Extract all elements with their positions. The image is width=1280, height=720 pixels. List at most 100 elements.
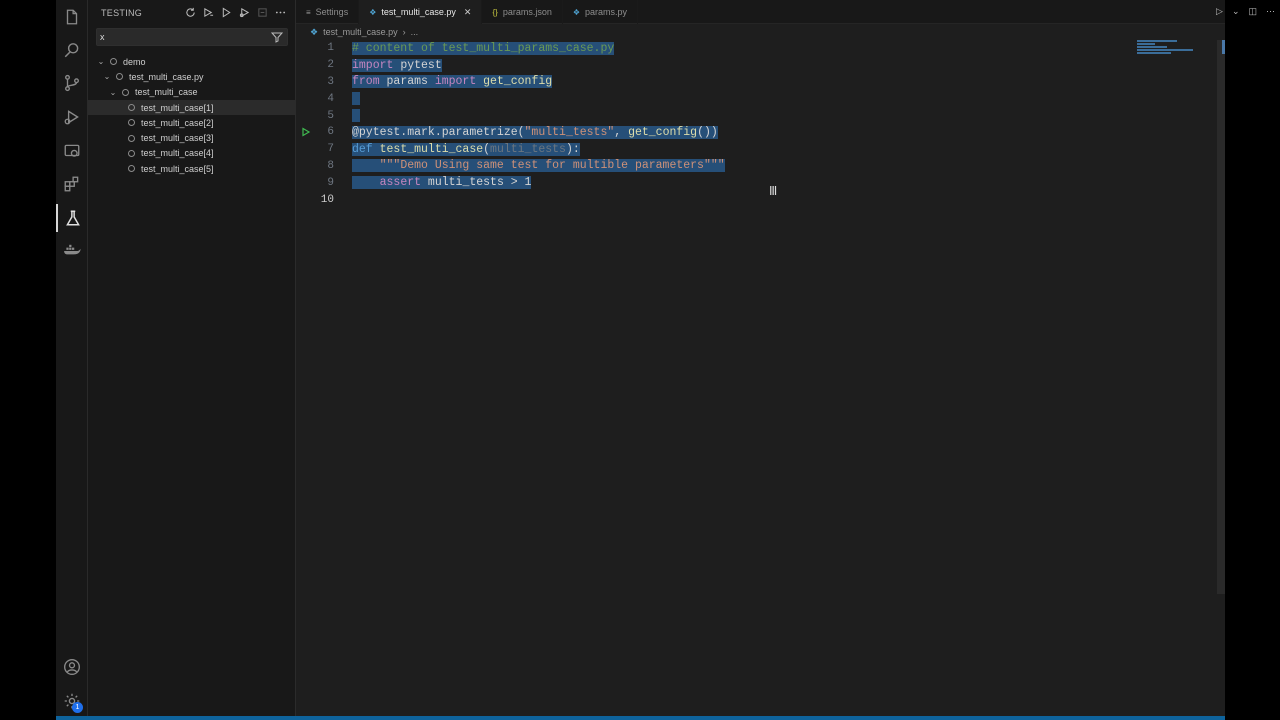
test-filter-input[interactable] (97, 29, 267, 45)
run-tests-icon[interactable] (219, 5, 233, 19)
tab-label: test_multi_case.py (381, 7, 456, 17)
test-status-circle-icon (128, 134, 135, 142)
debug-tests-icon[interactable] (237, 5, 251, 19)
refresh-tests-icon[interactable] (183, 5, 197, 19)
test-tree: ⌄ demo ⌄ test_multi_case.py ⌄ test_multi… (88, 54, 296, 176)
line-number: 1 (327, 42, 334, 55)
comment-text: # content of test_multi_params_case.py (352, 41, 615, 55)
filter-icon[interactable] (271, 31, 283, 43)
tree-item-file[interactable]: ⌄ test_multi_case.py (88, 69, 296, 84)
parameter-name: multi_tests (490, 142, 566, 156)
tree-item-demo[interactable]: ⌄ demo (88, 54, 296, 69)
vscode-window: 1 TESTING ⌄ demo ⌄ test_multi (56, 0, 1275, 720)
run-all-tests-icon[interactable] (201, 5, 215, 19)
line-number: 4 (327, 92, 334, 105)
line-number: 5 (327, 109, 334, 122)
chevron-down-icon[interactable]: ⌄ (96, 57, 106, 67)
test-status-circle-icon (122, 88, 129, 96)
python-icon: ❖ (572, 7, 581, 17)
run-debug-icon[interactable] (56, 103, 88, 131)
docker-icon[interactable] (56, 237, 88, 265)
vertical-scrollbar[interactable] (1217, 40, 1225, 594)
code-line: 5 (296, 107, 1196, 124)
tree-item-label: test_multi_case[4] (141, 148, 214, 159)
tab-settings[interactable]: ≡ Settings (296, 0, 360, 24)
chevron-down-icon[interactable]: ⌄ (108, 87, 118, 97)
code-editor[interactable]: 1 # content of test_multi_params_case.py… (296, 40, 1196, 208)
breadcrumb-file[interactable]: test_multi_case.py (323, 27, 398, 37)
editor-area: ≡ Settings ❖ test_multi_case.py ✕ {} par… (296, 0, 1275, 720)
tree-item-function[interactable]: ⌄ test_multi_case (88, 85, 296, 100)
run-test-icon[interactable] (301, 127, 311, 137)
breadcrumb-more[interactable]: ... (411, 27, 419, 37)
code-text: , (614, 125, 629, 139)
string-text: "multi_tests" (524, 125, 615, 139)
editor-actions: ▷ ⌄ ◫ ⋯ (1216, 6, 1275, 17)
run-file-icon[interactable]: ▷ (1216, 6, 1223, 17)
python-icon: ❖ (369, 7, 377, 17)
docstring-text: """Demo Using same test for multible par… (379, 159, 725, 173)
split-editor-icon[interactable]: ◫ (1248, 6, 1257, 17)
tree-item-case-3[interactable]: test_multi_case[3] (88, 130, 296, 145)
collapse-all-icon[interactable] (255, 5, 269, 19)
tree-item-case-5[interactable]: test_multi_case[5] (88, 161, 296, 176)
chevron-down-icon[interactable]: ⌄ (102, 72, 112, 82)
code-line: 2 import pytest (296, 57, 1196, 74)
manage-gear-icon[interactable]: 1 (56, 687, 88, 715)
editor-tabs: ≡ Settings ❖ test_multi_case.py ✕ {} par… (296, 0, 1225, 24)
test-status-circle-icon (116, 73, 123, 81)
keyword: from (352, 75, 380, 89)
testing-sidebar: TESTING ⌄ demo ⌄ test_multi_case.py (88, 0, 296, 720)
line-number: 9 (327, 176, 334, 189)
tab-label: Settings (315, 7, 349, 17)
activity-bar: 1 (56, 0, 88, 720)
tree-item-label: test_multi_case[5] (141, 163, 214, 174)
function-name: get_config (628, 125, 698, 139)
line-number: 8 (327, 159, 334, 172)
keyword: import (352, 58, 394, 72)
code-text: multi_tests > 1 (421, 176, 532, 190)
tree-item-label: test_multi_case[2] (141, 117, 214, 128)
tree-item-case-2[interactable]: test_multi_case[2] (88, 115, 296, 130)
source-control-icon[interactable] (56, 69, 88, 97)
test-status-circle-icon (128, 165, 135, 173)
remote-explorer-icon[interactable] (56, 137, 88, 165)
test-status-circle-icon (128, 104, 135, 112)
code-line: 7 def test_multi_case(multi_tests): (296, 141, 1196, 158)
keyword: def (352, 142, 373, 156)
search-icon[interactable] (56, 36, 88, 64)
breadcrumb: ❖ test_multi_case.py › ... (296, 24, 1225, 40)
more-actions-icon[interactable]: ⋯ (1266, 6, 1275, 17)
tab-params-json[interactable]: {} params.json (482, 0, 563, 24)
chevron-down-icon[interactable]: ⌄ (1232, 6, 1240, 17)
keyword: assert (379, 176, 422, 190)
code-text: get_config (476, 75, 553, 89)
tree-item-label: test_multi_case (135, 87, 198, 98)
tab-params-py[interactable]: ❖ params.py (563, 0, 639, 24)
code-line: 4 (296, 90, 1196, 107)
chevron-right-icon: › (402, 27, 406, 37)
tree-item-case-1[interactable]: test_multi_case[1] (88, 99, 296, 116)
tree-item-label: test_multi_case.py (129, 71, 204, 82)
code-text: pytest (393, 58, 442, 72)
account-icon[interactable] (56, 653, 88, 681)
line-number: 7 (327, 143, 334, 156)
code-text: ()) (697, 125, 718, 139)
json-icon: {} (492, 7, 498, 17)
tree-item-case-4[interactable]: test_multi_case[4] (88, 146, 296, 161)
line-number: 3 (327, 75, 334, 88)
minimap[interactable] (1137, 40, 1215, 56)
extensions-icon[interactable] (56, 170, 88, 198)
status-bar (56, 716, 1225, 720)
test-status-circle-icon (128, 149, 135, 157)
settings-icon: ≡ (306, 7, 311, 17)
test-status-circle-icon (128, 119, 135, 127)
more-actions-icon[interactable] (273, 5, 287, 19)
tab-test-multi-case[interactable]: ❖ test_multi_case.py ✕ (359, 0, 483, 24)
tab-label: params.py (585, 7, 628, 17)
explorer-icon[interactable] (56, 3, 88, 31)
testing-icon[interactable] (56, 204, 88, 232)
close-icon[interactable]: ✕ (464, 7, 472, 18)
scrollbar-thumb[interactable] (1222, 40, 1225, 54)
